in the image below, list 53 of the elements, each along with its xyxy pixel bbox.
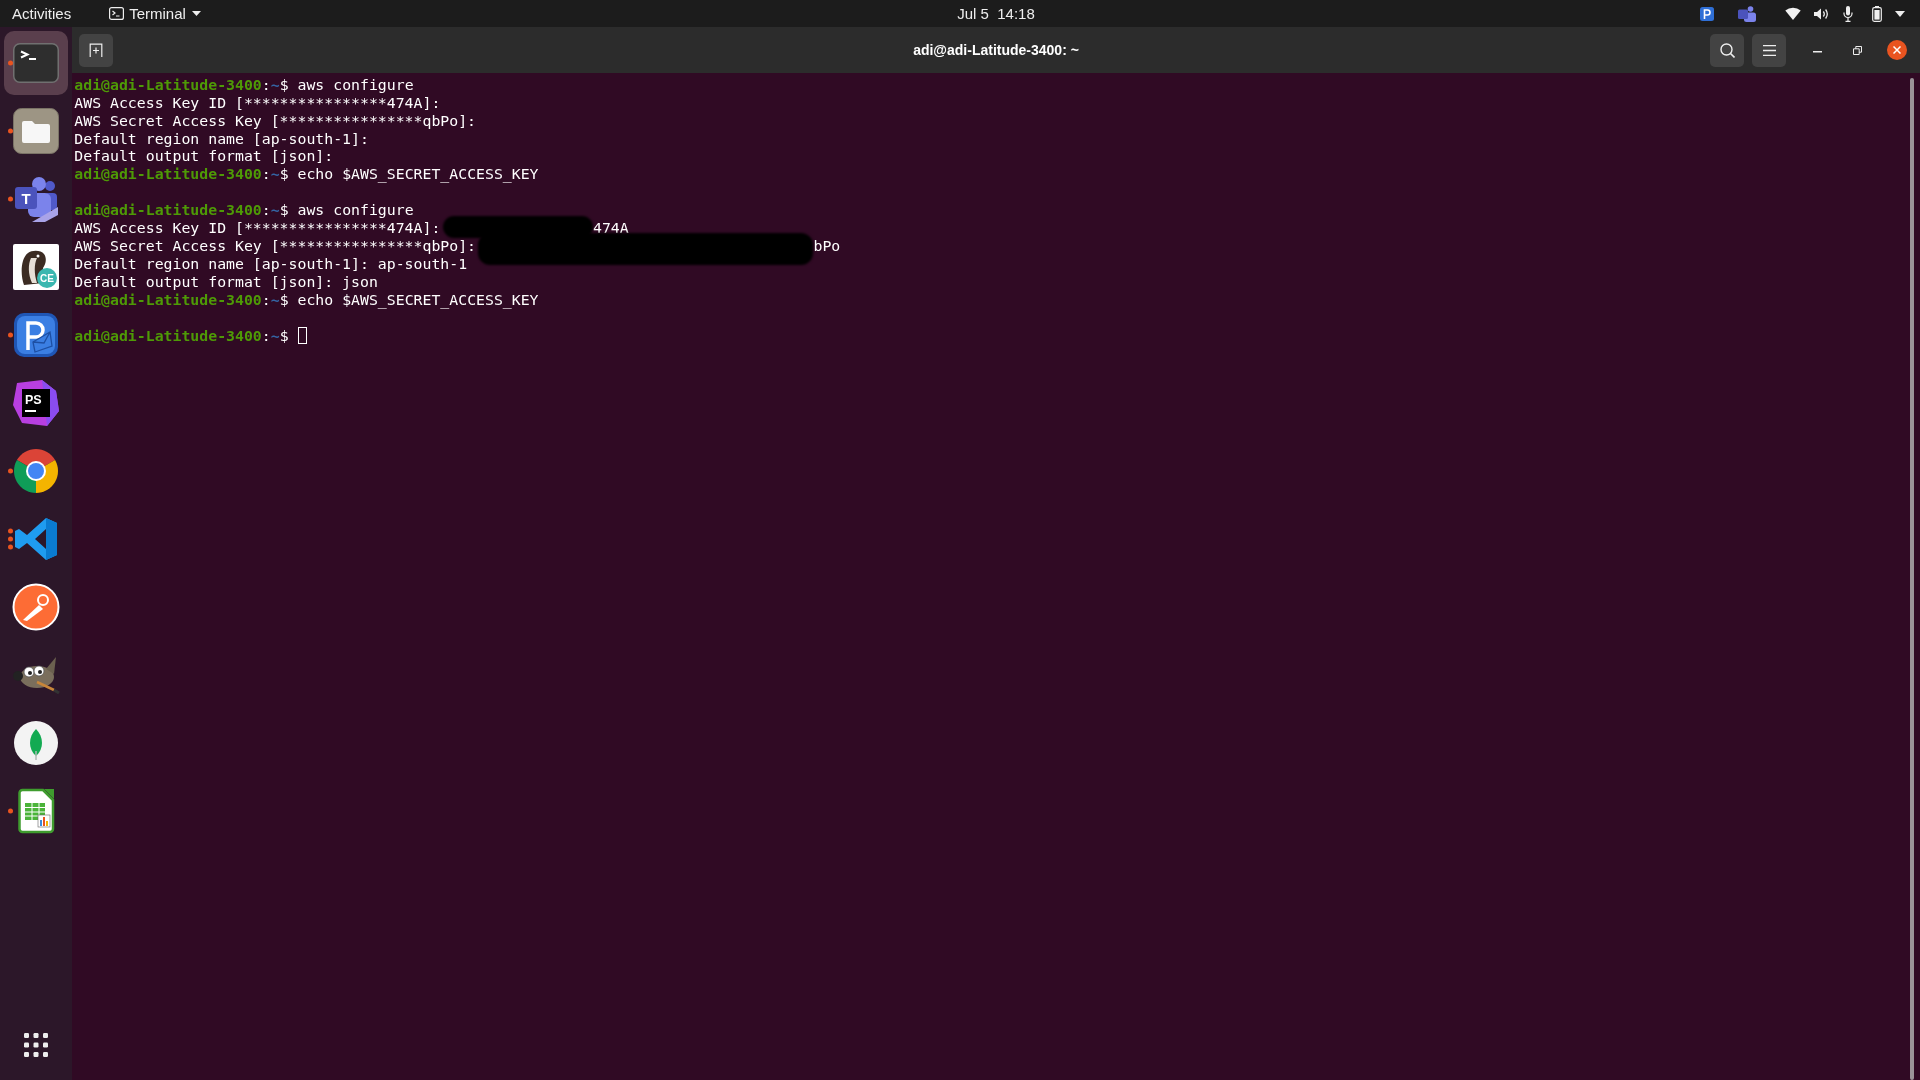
caret-icon[interactable] (1895, 10, 1905, 17)
output-line: AWS Access Key ID [****************474A]: (74, 93, 441, 111)
minimize-icon (1812, 50, 1822, 53)
volume-icon[interactable] (1813, 6, 1829, 21)
search-button[interactable] (1710, 33, 1744, 67)
wifi-icon[interactable] (1785, 7, 1801, 20)
scrollbar[interactable] (1910, 78, 1914, 1080)
output-line: Default region name [ap-south-1]: ap-south-1 (74, 255, 468, 273)
wand-icon (12, 583, 60, 631)
new-tab-button[interactable] (79, 33, 113, 67)
leaf-icon (14, 721, 58, 765)
terminal-icon (109, 7, 125, 20)
team-chat-icon[interactable] (1738, 5, 1756, 22)
prompt-line: adi@adi-Latitude-3400:~$ echo $AWS_SECRET_ACCESS_KEY (74, 165, 539, 183)
microphone-icon[interactable] (1843, 5, 1853, 22)
p-tile-icon[interactable] (1700, 6, 1714, 21)
spreadsheet-icon (17, 788, 55, 834)
caret-icon (191, 11, 201, 16)
dock-item[interactable]: T (4, 167, 68, 231)
app-grid-icon (24, 1033, 48, 1057)
prompt-line: adi@adi-Latitude-3400:~$ aws configure (74, 201, 414, 219)
paint-creature-icon (11, 655, 61, 695)
output-line: AWS Secret Access Key [****************qbPo]: (74, 237, 477, 255)
close-icon (1893, 46, 1901, 54)
restore-icon (1852, 45, 1862, 55)
output-line: Default output format [json]: json (74, 273, 378, 290)
app-menu[interactable]: Terminal (97, 0, 213, 27)
browser-icon (12, 447, 60, 495)
ps-logo-icon: PS (12, 379, 60, 427)
menu-icon (1762, 44, 1776, 56)
output-line: Default output format [json]: (74, 147, 334, 165)
search-icon (1719, 42, 1735, 58)
close-button[interactable] (1887, 40, 1907, 60)
window-title: adi@adi-Latitude-3400: ~ (913, 42, 1079, 58)
new-tab-icon (89, 43, 103, 57)
battery-icon[interactable] (1872, 5, 1882, 22)
beaver-icon: CE (13, 244, 59, 290)
code-editor-icon (13, 516, 59, 562)
prompt-line: adi@adi-Latitude-3400:~$ aws configure (74, 75, 414, 93)
output-fragment: 474A (592, 219, 629, 237)
output-line: Default region name [ap-south-1]: (74, 129, 369, 147)
prompt-line: adi@adi-Latitude-3400:~$ echo $AWS_SECRET_ACCESS_KEY (74, 290, 539, 308)
output-fragment: bPo (813, 237, 841, 255)
folder-icon (13, 108, 59, 154)
activities-button[interactable]: Activities (0, 0, 84, 27)
dock-item[interactable]: PS (4, 371, 68, 435)
output-line: AWS Access Key ID [****************474A]: (74, 219, 441, 237)
terminal-icon (13, 43, 59, 83)
clock[interactable]: Jul 5 14:18 (951, 0, 1041, 27)
menu-button[interactable] (1752, 33, 1786, 67)
output-line: AWS Secret Access Key [****************qbPo]: (74, 111, 477, 129)
prompt-line: adi@adi-Latitude-3400:~$ (74, 326, 289, 344)
mail-icon (13, 312, 59, 358)
